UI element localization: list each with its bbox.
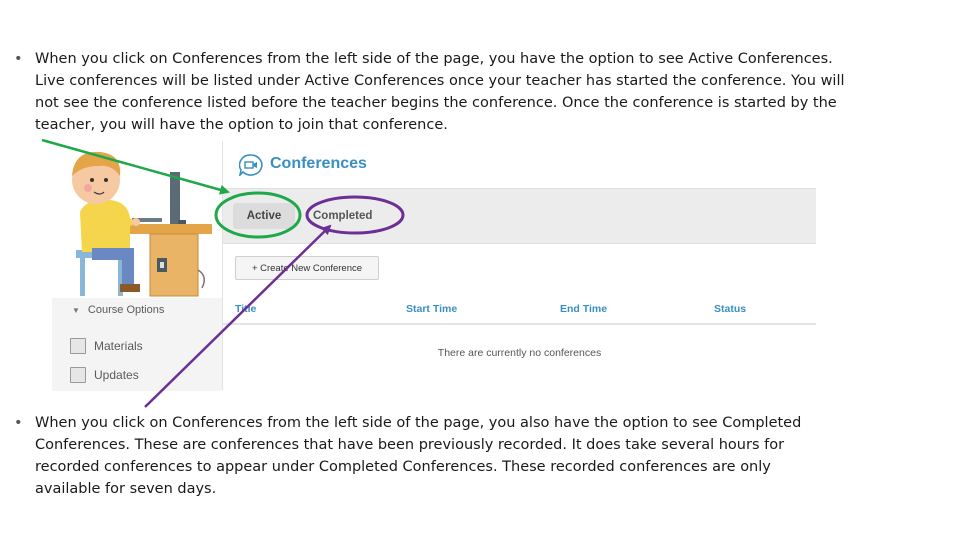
instruction-bullet-active: • When you click on Conferences from the… <box>14 48 854 136</box>
conferences-header: Conferences <box>223 141 816 188</box>
sidebar-item-label: Updates <box>94 368 139 382</box>
column-header-title[interactable]: Title <box>235 303 256 315</box>
instruction-text-completed: When you click on Conferences from the l… <box>35 415 802 497</box>
caret-down-icon: ▼ <box>72 305 80 315</box>
sidebar-item-materials[interactable]: Materials <box>70 338 143 354</box>
conference-table-header: Title Start Time End Time Status <box>223 295 816 325</box>
column-header-end-time[interactable]: End Time <box>560 303 607 315</box>
updates-icon <box>70 367 86 383</box>
bullet-marker: • <box>14 415 23 431</box>
conferences-panel: Conferences Active Completed + Create Ne… <box>222 141 816 390</box>
materials-icon <box>70 338 86 354</box>
column-header-start-time[interactable]: Start Time <box>406 303 457 315</box>
bullet-marker: • <box>14 51 23 67</box>
page-title: Conferences <box>270 155 367 172</box>
conference-video-icon <box>239 154 263 176</box>
instruction-text-active: When you click on Conferences from the l… <box>35 51 845 133</box>
column-header-status[interactable]: Status <box>714 303 746 315</box>
course-sidebar: ▼ Course Options Materials Updates <box>52 298 222 391</box>
sidebar-item-updates[interactable]: Updates <box>70 367 139 383</box>
instruction-bullet-completed: • When you click on Conferences from the… <box>14 412 814 500</box>
empty-state-message: There are currently no conferences <box>437 347 602 359</box>
create-new-conference-button[interactable]: + Create New Conference <box>235 256 379 280</box>
course-options-label: Course Options <box>87 304 165 316</box>
sidebar-item-label: Materials <box>94 339 143 353</box>
tab-active[interactable]: Active <box>233 203 295 229</box>
conference-tabs: Active Completed <box>223 188 816 244</box>
course-options-toggle[interactable]: ▼ Course Options <box>72 304 164 316</box>
student-at-computer-illustration <box>72 151 212 297</box>
tab-completed[interactable]: Completed <box>313 203 372 229</box>
